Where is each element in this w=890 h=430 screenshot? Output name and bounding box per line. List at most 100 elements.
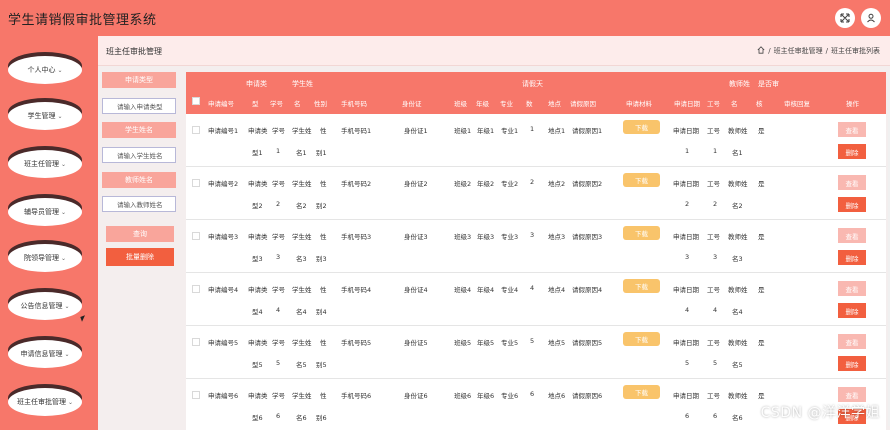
chevron-down-icon: ⌄ xyxy=(57,112,63,120)
group-header-teacher: 教师姓 xyxy=(729,80,750,88)
cell-phone: 手机号码1 xyxy=(341,127,372,135)
col-major[interactable]: 专业 xyxy=(500,98,513,108)
col-gender[interactable]: 性别 xyxy=(314,98,327,108)
delete-button[interactable]: 删除 xyxy=(838,250,866,265)
col-teacher-name[interactable]: 名 xyxy=(731,98,738,108)
cell-work-no-b: 1 xyxy=(713,147,718,155)
col-location[interactable]: 地点 xyxy=(548,98,561,108)
table-header: 申请类 学生姓 请假天 教师姓 是否审 申请编号 型 学号 名 性别 手机号码 … xyxy=(186,72,886,114)
col-reason[interactable]: 请假原因 xyxy=(570,98,596,108)
cell-apply-date-b: 5 xyxy=(685,359,690,367)
sidebar-item-notice-manage[interactable]: 公告信息管理 ⌄ xyxy=(8,292,82,320)
col-apply-date[interactable]: 申请日期 xyxy=(674,98,700,108)
cell-student-no-b: 6 xyxy=(276,412,281,420)
sidebar-item-head-teacher-manage[interactable]: 班主任管理 ⌄ xyxy=(8,150,82,178)
cell-id-card: 身份证1 xyxy=(404,127,428,135)
group-header-student: 学生姓 xyxy=(292,80,313,88)
student-name-input[interactable]: 请输入学生姓名 xyxy=(102,147,176,163)
delete-button[interactable]: 删除 xyxy=(838,197,866,212)
col-student-name[interactable]: 名 xyxy=(294,98,301,108)
cell-id-card: 身份证4 xyxy=(404,286,428,294)
col-approved[interactable]: 核 xyxy=(756,98,763,108)
sidebar-item-counselor-manage[interactable]: 辅导员管理 ⌄ xyxy=(8,198,82,226)
col-id-card[interactable]: 身份证 xyxy=(402,98,422,108)
cell-approved: 是 xyxy=(758,180,765,188)
sidebar-item-label: 个人中心 xyxy=(27,66,56,74)
cell-gender: 性 xyxy=(320,286,327,294)
home-icon[interactable] xyxy=(757,46,765,56)
breadcrumb-item[interactable]: 班主任审批管理 xyxy=(774,46,823,56)
cell-approved: 是 xyxy=(758,286,765,294)
view-button[interactable]: 查看 xyxy=(838,281,866,296)
download-button[interactable]: 下载 xyxy=(623,173,660,187)
expand-icon[interactable] xyxy=(835,8,855,28)
cell-student-name: 学生姓 xyxy=(292,392,312,400)
cell-days: 4 xyxy=(530,284,535,292)
cell-student-name-b: 名1 xyxy=(296,149,307,157)
sidebar-item-dean-manage[interactable]: 院领导管理 ⌄ xyxy=(8,244,82,272)
search-label-teacher-name: 教师姓名 xyxy=(102,172,176,188)
batch-delete-button[interactable]: 批量删除 xyxy=(106,248,174,266)
download-button[interactable]: 下载 xyxy=(623,385,660,399)
row-checkbox[interactable] xyxy=(192,126,200,134)
cell-phone: 手机号码5 xyxy=(341,339,372,347)
delete-button[interactable]: 删除 xyxy=(838,144,866,159)
view-button[interactable]: 查看 xyxy=(838,175,866,190)
sidebar-item-apply-manage[interactable]: 申请信息管理 ⌄ xyxy=(8,340,82,368)
cell-type: 申请类 xyxy=(248,286,268,294)
cell-days: 1 xyxy=(530,125,535,133)
delete-button[interactable]: 删除 xyxy=(838,356,866,371)
col-apply-no[interactable]: 申请编号 xyxy=(208,98,234,108)
sidebar-item-label: 辅导员管理 xyxy=(23,208,59,216)
cell-student-name: 学生姓 xyxy=(292,180,312,188)
sidebar-item-student-manage[interactable]: 学生管理 ⌄ xyxy=(8,102,82,130)
cell-student-name-b: 名4 xyxy=(296,308,307,316)
cell-student-name-b: 名6 xyxy=(296,414,307,422)
view-button[interactable]: 查看 xyxy=(838,334,866,349)
sidebar-item-label: 申请信息管理 xyxy=(20,350,63,358)
view-button[interactable]: 查看 xyxy=(838,122,866,137)
download-button[interactable]: 下载 xyxy=(623,279,660,293)
sidebar-item-personal-center[interactable]: 个人中心 ⌄ xyxy=(8,56,82,84)
row-checkbox[interactable] xyxy=(192,391,200,399)
col-phone[interactable]: 手机号码 xyxy=(341,98,367,108)
top-header: 学生请销假审批管理系统 xyxy=(0,0,890,36)
cell-approved: 是 xyxy=(758,127,765,135)
col-type[interactable]: 型 xyxy=(252,98,259,108)
cell-id-card: 身份证3 xyxy=(404,233,428,241)
col-student-no[interactable]: 学号 xyxy=(270,98,283,108)
cell-grade: 年级6 xyxy=(477,392,495,400)
col-days[interactable]: 数 xyxy=(526,98,533,108)
download-button[interactable]: 下载 xyxy=(623,226,660,240)
table-row: 申请编号2 申请类 型2 学号 2 学生姓 名2 性 别2 手机号码2 身份证2… xyxy=(186,167,886,220)
col-work-no[interactable]: 工号 xyxy=(707,98,720,108)
apply-type-input[interactable]: 请输入申请类型 xyxy=(102,98,176,114)
row-checkbox[interactable] xyxy=(192,338,200,346)
cell-student-no: 学号 xyxy=(272,180,285,188)
cell-teacher-name-b: 名5 xyxy=(732,361,743,369)
col-class[interactable]: 班级 xyxy=(454,98,467,108)
select-all-checkbox[interactable] xyxy=(192,97,200,105)
cell-work-no-b: 6 xyxy=(713,412,718,420)
col-material: 申请材料 xyxy=(626,100,652,108)
col-grade[interactable]: 年级 xyxy=(476,98,489,108)
approval-table: 申请类 学生姓 请假天 教师姓 是否审 申请编号 型 学号 名 性别 手机号码 … xyxy=(186,72,886,430)
cell-location: 地点3 xyxy=(548,233,566,241)
query-button[interactable]: 查询 xyxy=(106,226,174,242)
teacher-name-input[interactable]: 请输入教师姓名 xyxy=(102,196,176,212)
download-button[interactable]: 下载 xyxy=(623,120,660,134)
group-header-leave-days: 请假天 xyxy=(522,80,543,88)
delete-button[interactable]: 删除 xyxy=(838,303,866,318)
row-checkbox[interactable] xyxy=(192,179,200,187)
row-checkbox[interactable] xyxy=(192,285,200,293)
cell-student-no: 学号 xyxy=(272,392,285,400)
row-checkbox[interactable] xyxy=(192,232,200,240)
sidebar-item-head-teacher-approval[interactable]: 班主任审批管理 ⌄ xyxy=(8,388,82,416)
user-icon[interactable] xyxy=(861,8,881,28)
view-button[interactable]: 查看 xyxy=(838,228,866,243)
view-button[interactable]: 查看 xyxy=(838,387,866,402)
cell-phone: 手机号码4 xyxy=(341,286,372,294)
download-button[interactable]: 下载 xyxy=(623,332,660,346)
table-row: 申请编号5 申请类 型5 学号 5 学生姓 名5 性 别5 手机号码5 身份证5… xyxy=(186,326,886,379)
breadcrumb-bar: 班主任审批管理 / 班主任审批管理 / 班主任审批列表 xyxy=(98,36,890,66)
